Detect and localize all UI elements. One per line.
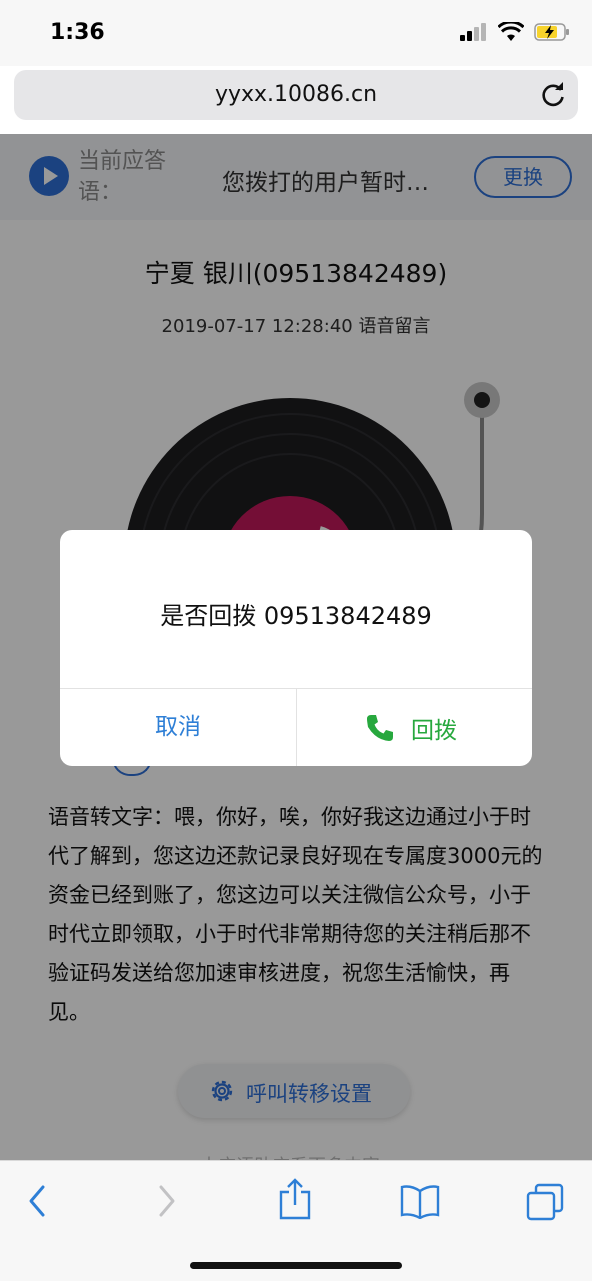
phone-icon bbox=[367, 715, 393, 741]
wifi-icon bbox=[498, 22, 524, 41]
status-time: 1:36 bbox=[50, 20, 105, 45]
dialog-message: 是否回拨 09513842489 bbox=[160, 602, 432, 630]
callback-label: 回拨 bbox=[411, 718, 457, 744]
status-bar: 1:36 bbox=[0, 0, 592, 66]
callback-dialog: 是否回拨 09513842489 取消 回拨 bbox=[60, 530, 532, 766]
url-text[interactable]: yyxx.10086.cn bbox=[14, 82, 578, 107]
home-indicator bbox=[190, 1262, 402, 1269]
callback-button[interactable]: 回拨 bbox=[297, 689, 532, 766]
tabs-icon[interactable] bbox=[526, 1183, 564, 1221]
status-icons bbox=[460, 22, 570, 42]
address-bar[interactable]: yyxx.10086.cn bbox=[14, 70, 578, 120]
signal-icon bbox=[460, 23, 486, 41]
reload-icon[interactable] bbox=[540, 81, 566, 109]
cancel-button[interactable]: 取消 bbox=[60, 689, 296, 766]
back-icon[interactable] bbox=[26, 1183, 48, 1219]
share-icon[interactable] bbox=[278, 1177, 312, 1221]
battery-charging-icon bbox=[534, 23, 569, 41]
bookmarks-icon[interactable] bbox=[400, 1183, 440, 1219]
forward-icon[interactable] bbox=[156, 1183, 178, 1219]
